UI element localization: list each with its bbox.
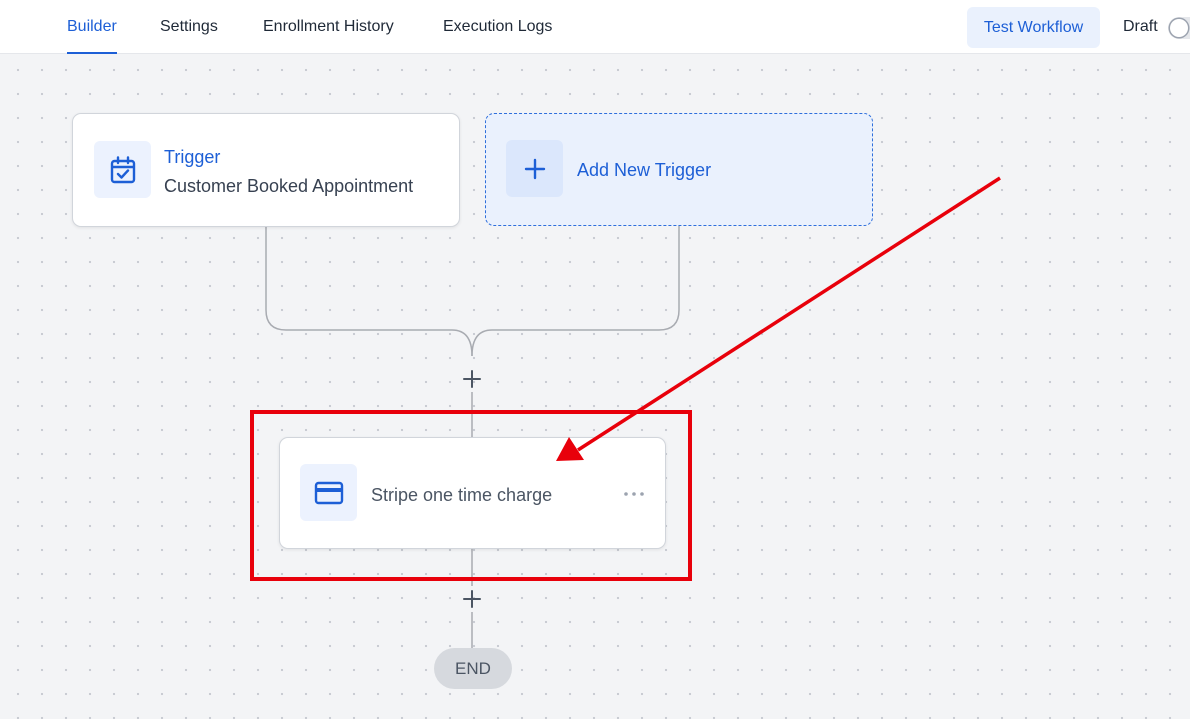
add-new-trigger-label: Add New Trigger: [577, 160, 712, 180]
connector-add-trigger: [471, 226, 680, 357]
tab-enrollment-history[interactable]: Enrollment History: [263, 0, 394, 54]
end-node: END: [434, 648, 512, 689]
tab-builder[interactable]: Builder: [67, 0, 117, 54]
stripe-action-card[interactable]: Stripe one time charge: [279, 437, 666, 549]
plus-icon: [463, 370, 481, 388]
tab-settings[interactable]: Settings: [160, 0, 218, 54]
draft-status-label: Draft: [1123, 18, 1158, 35]
trigger-subtitle: Customer Booked Appointment: [164, 176, 414, 196]
more-horizontal-icon[interactable]: [622, 482, 646, 506]
trigger-card[interactable]: Trigger Customer Booked Appointment: [72, 113, 460, 227]
connector-trigger: [265, 226, 473, 357]
add-step-button[interactable]: [460, 367, 484, 391]
plus-icon: [506, 140, 563, 197]
test-workflow-button[interactable]: Test Workflow: [967, 7, 1100, 48]
trigger-title: Trigger: [164, 147, 221, 167]
annotation-overlay: [250, 176, 1001, 581]
toggle-knob: [1170, 19, 1188, 37]
tab-execution-logs[interactable]: Execution Logs: [443, 0, 552, 54]
workflow-connectors: [265, 226, 680, 648]
action-label: Stripe one time charge: [371, 485, 553, 505]
top-navigation-bar: Builder Settings Enrollment History Exec…: [0, 0, 1190, 54]
add-new-trigger-card[interactable]: Add New Trigger: [485, 113, 873, 226]
credit-card-icon: [300, 464, 357, 521]
plus-icon: [463, 590, 481, 608]
add-step-button-bottom[interactable]: [460, 587, 484, 611]
publish-toggle[interactable]: [1168, 17, 1190, 39]
calendar-check-icon: [94, 141, 151, 198]
